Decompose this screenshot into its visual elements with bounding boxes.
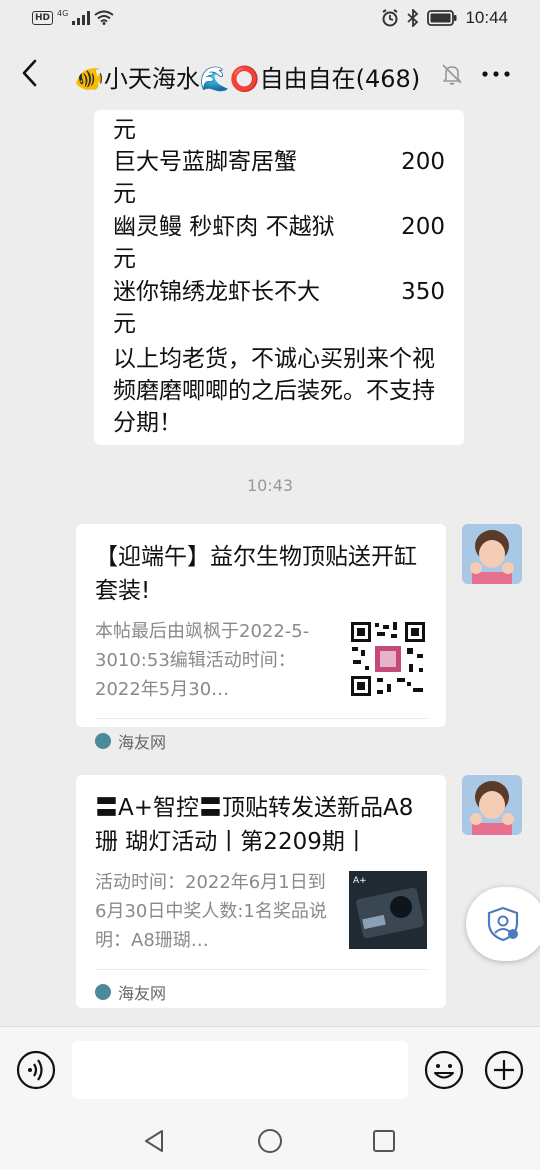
avatar[interactable] <box>462 775 522 835</box>
nav-home-icon[interactable] <box>257 1128 283 1154</box>
product-row: 迷你锦绣龙虾长不大 350 元 <box>113 244 445 337</box>
chat-title[interactable]: 🐠小天海水🌊⭕自由自在(468) <box>74 59 420 94</box>
card-divider <box>95 969 427 970</box>
back-icon[interactable] <box>16 58 46 88</box>
status-right: 10:44 <box>381 8 508 28</box>
chat-area[interactable]: 元 巨大号蓝脚寄居蟹 200 元 幽灵鳗 秒虾肉 不越狱 200 元 迷你锦绣龙… <box>0 110 540 1026</box>
signal-icon <box>72 10 91 25</box>
card-source-label: 海友网 <box>118 733 167 752</box>
product-thumbnail: A+ <box>349 871 427 949</box>
source-logo-icon <box>95 984 111 1000</box>
plus-icon[interactable] <box>484 1050 524 1090</box>
avatar-image <box>462 524 522 584</box>
source-logo-icon <box>95 733 111 749</box>
voice-icon[interactable] <box>16 1050 56 1090</box>
card-source-label: 海友网 <box>118 984 167 1003</box>
card-description: 活动时间：2022年6月1日到6月30日中奖人数:1名奖品说明：A8珊瑚… <box>95 872 327 951</box>
message-input[interactable] <box>72 1041 408 1099</box>
network-type: 4G <box>57 9 69 18</box>
shield-user-icon <box>487 906 519 942</box>
card-source: 海友网 <box>95 729 166 753</box>
card-source: 海友网 <box>95 980 166 1004</box>
battery-icon <box>427 10 457 26</box>
avatar-image <box>462 775 522 835</box>
mute-bell-icon <box>442 64 462 85</box>
product-name: 巨大号蓝脚寄居蟹 <box>113 149 297 175</box>
status-bar: HD 4G 10:44 <box>0 0 540 38</box>
nav-back-icon[interactable] <box>142 1128 168 1154</box>
input-bar <box>0 1026 540 1116</box>
more-icon[interactable] <box>480 62 512 86</box>
bluetooth-icon <box>407 9 419 27</box>
link-card[interactable]: 【迎端午】益尔生物顶贴送开缸套装! 本帖最后由飒枫于2022-5-3010:53… <box>76 524 446 752</box>
card-divider <box>95 718 427 719</box>
alarm-icon <box>382 9 399 27</box>
message-timestamp: 10:43 <box>246 476 294 495</box>
avatar[interactable] <box>462 524 522 584</box>
system-nav-bar <box>0 1116 540 1170</box>
message-note: 以上均老货，不诚心买别来个视频磨磨唧唧的之后装死。不支持分期！ <box>113 346 435 436</box>
hd-badge: HD <box>32 10 54 25</box>
title-bar: 🐠小天海水🌊⭕自由自在(468) <box>0 38 540 110</box>
card-title: 〓A+智控〓顶贴转发送新品A8珊 瑚灯活动丨第2209期丨 <box>95 795 414 855</box>
product-name: 迷你锦绣龙虾长不大 <box>113 279 320 305</box>
wifi-icon <box>94 10 114 25</box>
price-unit: 元 <box>113 311 136 337</box>
product-price: 200 <box>401 149 445 175</box>
card-description: 本帖最后由飒枫于2022-5-3010:53编辑活动时间：2022年5月30… <box>95 621 310 700</box>
nav-recent-icon[interactable] <box>372 1129 396 1153</box>
link-card[interactable]: 〓A+智控〓顶贴转发送新品A8珊 瑚灯活动丨第2209期丨 活动时间：2022年… <box>76 775 446 1008</box>
status-left: HD 4G <box>32 9 114 25</box>
thumb-label: A+ <box>353 876 367 886</box>
product-row: 幽灵鳗 秒虾肉 不越狱 200 元 <box>113 179 445 272</box>
qr-code-thumbnail <box>349 620 427 698</box>
product-name: 幽灵鳗 秒虾肉 不越狱 <box>113 214 335 240</box>
floating-security-button[interactable] <box>466 887 540 961</box>
emoji-icon[interactable] <box>424 1050 464 1090</box>
status-time: 10:44 <box>465 8 508 27</box>
text-message-bubble[interactable]: 元 巨大号蓝脚寄居蟹 200 元 幽灵鳗 秒虾肉 不越狱 200 元 迷你锦绣龙… <box>94 110 464 445</box>
product-price: 350 <box>401 279 445 305</box>
product-price: 200 <box>401 214 445 240</box>
product-row: 巨大号蓝脚寄居蟹 200 元 <box>113 114 445 207</box>
card-title: 【迎端午】益尔生物顶贴送开缸套装! <box>95 544 417 604</box>
